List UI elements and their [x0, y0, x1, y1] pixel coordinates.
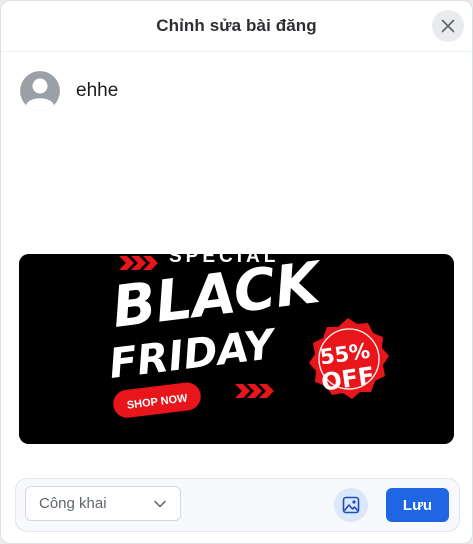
post-author: ehhe [20, 71, 118, 111]
image-icon [342, 496, 360, 514]
add-image-button[interactable] [334, 488, 368, 522]
privacy-select[interactable]: Công khai [25, 486, 181, 521]
close-icon [441, 19, 455, 33]
avatar [20, 71, 60, 111]
chevron-down-icon [154, 500, 166, 508]
dialog-header: Chỉnh sửa bài đăng [1, 1, 472, 52]
close-button[interactable] [432, 10, 464, 42]
post-actions-bar: Công khai Lưu [15, 478, 460, 532]
black-friday-banner: SPECIAL BLACK FRIDAY SHOP NOW 55% OFF [19, 254, 454, 444]
default-avatar-icon [20, 71, 60, 111]
edit-post-dialog: Chỉnh sửa bài đăng ehhe SPECIAL BLACK FR… [0, 0, 473, 544]
author-name: ehhe [76, 80, 119, 101]
save-button[interactable]: Lưu [386, 488, 449, 522]
dialog-title: Chỉnh sửa bài đăng [156, 16, 317, 35]
privacy-value: Công khai [39, 495, 107, 512]
post-image: SPECIAL BLACK FRIDAY SHOP NOW 55% OFF [19, 254, 454, 444]
